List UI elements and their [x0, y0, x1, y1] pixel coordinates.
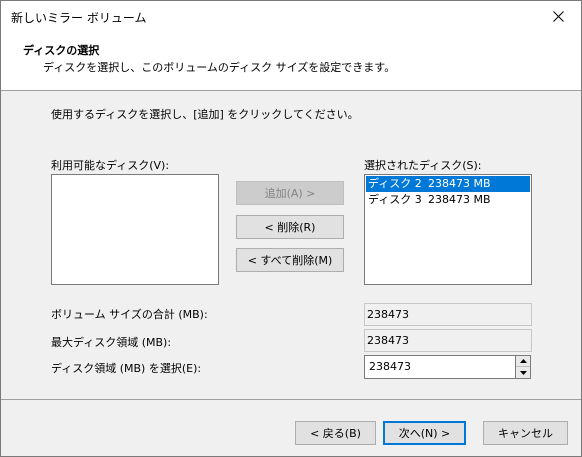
selected-disks-label: 選択されたディスク(S): [364, 159, 482, 172]
max-size-label: 最大ディスク領域 (MB): [51, 336, 172, 349]
available-disks-list[interactable] [51, 174, 219, 285]
spin-down-button[interactable] [516, 367, 530, 378]
size-spinner[interactable] [515, 355, 531, 379]
header-title: ディスクの選択 [23, 44, 100, 57]
max-size-value: 238473 [364, 329, 532, 352]
instruction-text: 使用するディスクを選択し、[追加] をクリックしてください。 [51, 108, 359, 121]
close-icon [552, 10, 564, 22]
disk-size: 238473 MB [428, 193, 491, 206]
next-button[interactable]: 次へ(N) > [383, 421, 466, 445]
select-size-input[interactable]: 238473 [364, 355, 516, 379]
list-item-disk-2[interactable]: ディスク 2 238473 MB [366, 176, 530, 192]
footer-separator [1, 399, 581, 400]
header-subtitle: ディスクを選択し、このボリュームのディスク サイズを設定できます。 [43, 61, 396, 74]
window-title: 新しいミラー ボリューム [11, 11, 147, 25]
available-disks-label: 利用可能なディスク(V): [51, 159, 170, 172]
select-size-label: ディスク領域 (MB) を選択(E): [51, 362, 202, 375]
cancel-button[interactable]: キャンセル [483, 421, 568, 445]
remove-button[interactable]: < 削除(R) [236, 215, 344, 239]
wizard-header: ディスクの選択 ディスクを選択し、このボリュームのディスク サイズを設定できます… [1, 31, 581, 91]
disk-name: ディスク 3 [368, 193, 422, 206]
disk-name: ディスク 2 [368, 177, 422, 190]
close-button[interactable] [535, 1, 581, 31]
total-size-value: 238473 [364, 303, 532, 326]
arrow-down-icon [519, 370, 527, 375]
dialog-window: 新しいミラー ボリューム ディスクの選択 ディスクを選択し、このボリュームのディ… [0, 0, 582, 457]
disk-size: 238473 MB [428, 177, 491, 190]
selected-disks-list[interactable]: ディスク 2 238473 MB ディスク 3 238473 MB [364, 174, 532, 285]
add-button[interactable]: 追加(A) > [236, 181, 344, 205]
back-button[interactable]: < 戻る(B) [295, 421, 376, 445]
title-bar: 新しいミラー ボリューム [1, 1, 581, 31]
arrow-up-icon [519, 359, 527, 363]
remove-all-button[interactable]: < すべて削除(M) [236, 248, 344, 272]
total-size-label: ボリューム サイズの合計 (MB): [51, 308, 208, 321]
list-item-disk-3[interactable]: ディスク 3 238473 MB [366, 192, 530, 208]
spin-up-button[interactable] [516, 356, 530, 367]
